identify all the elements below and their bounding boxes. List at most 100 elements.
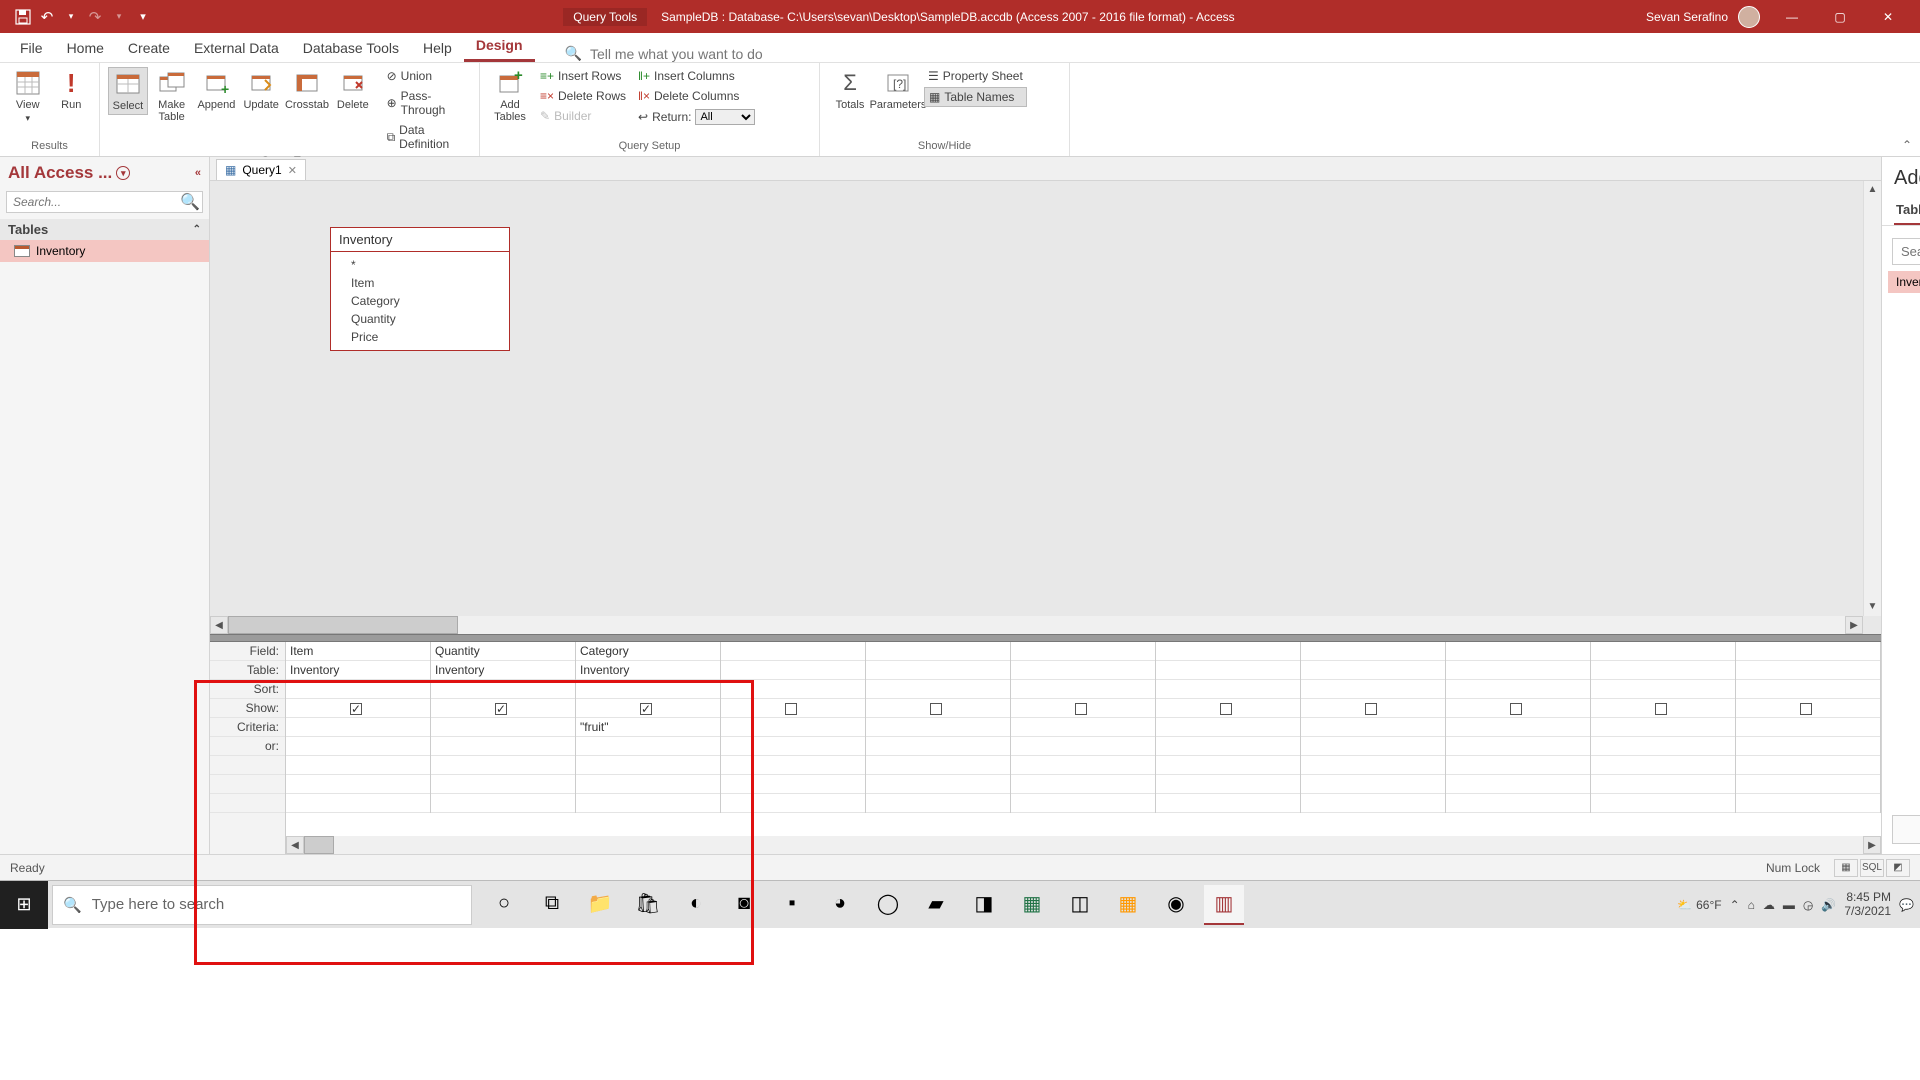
table-inventory-box[interactable]: Inventory * Item Category Quantity Price [330,227,510,351]
qbe-cell[interactable]: Item [286,642,430,661]
user-name[interactable]: Sevan Serafino [1646,10,1728,24]
collapse-ribbon-icon[interactable]: ⌃ [1902,138,1912,152]
qbe-cell[interactable] [1011,661,1155,680]
close-tab-icon[interactable]: ✕ [288,164,297,177]
qbe-cell[interactable]: Inventory [431,661,575,680]
qbe-cell[interactable] [866,775,1010,794]
add-tables-button[interactable]: + Add Tables [488,67,532,125]
qbe-cell[interactable] [866,794,1010,813]
github-icon[interactable]: ◉ [1156,885,1196,925]
update-button[interactable]: Update [241,67,281,113]
qbe-cell[interactable] [1736,756,1880,775]
qbe-cell[interactable] [286,680,430,699]
qbe-cell[interactable] [1011,699,1155,718]
qbe-cell[interactable] [1156,680,1300,699]
qbe-cell[interactable] [721,737,865,756]
qbe-cell[interactable] [1156,775,1300,794]
qbe-cell[interactable]: "fruit" [576,718,720,737]
qbe-cell[interactable] [286,756,430,775]
addpane-item-inventory[interactable]: Inventory [1888,271,1920,293]
tray-overflow-icon[interactable]: ⌃ [1730,898,1740,912]
user-avatar[interactable] [1738,6,1760,28]
qbe-cell[interactable] [1446,756,1590,775]
qbe-cell[interactable] [1736,775,1880,794]
builder-button[interactable]: ✎Builder [536,107,630,125]
qbe-cell[interactable] [431,680,575,699]
taskview-icon[interactable]: ⧉ [532,885,572,925]
qbe-column[interactable] [1011,642,1156,813]
qbe-column[interactable] [721,642,866,813]
query-diagram-pane[interactable]: Inventory * Item Category Quantity Price… [210,181,1881,634]
field-star[interactable]: * [331,256,509,274]
qbe-cell[interactable] [1301,718,1445,737]
nav-search-input[interactable] [7,192,176,212]
show-checkbox[interactable] [1075,703,1087,715]
qbe-column[interactable] [1156,642,1301,813]
diagram-hscrollbar[interactable]: ◀▶ [210,616,1863,634]
qbe-cell[interactable] [1301,775,1445,794]
insert-columns-button[interactable]: ‖+Insert Columns [634,67,759,85]
qbe-cell[interactable] [1011,775,1155,794]
qbe-cell[interactable] [1301,756,1445,775]
onedrive-icon[interactable]: ⌂ [1748,898,1755,912]
volume-icon[interactable]: 🔊 [1821,898,1836,912]
qbe-cell[interactable] [1736,642,1880,661]
qbe-cell[interactable] [1301,642,1445,661]
tab-file[interactable]: File [8,34,55,62]
qbe-cell[interactable] [431,737,575,756]
qbe-cell[interactable] [1156,756,1300,775]
qbe-cell[interactable] [866,680,1010,699]
qbe-cell[interactable] [431,718,575,737]
qbe-cell[interactable]: Inventory [576,661,720,680]
minimize-button[interactable]: ― [1770,0,1814,33]
qbe-cell[interactable] [721,794,865,813]
xbox-icon[interactable]: ◯ [868,885,908,925]
excel-icon[interactable]: ▦ [1012,885,1052,925]
app-icon-1[interactable]: ▰ [916,885,956,925]
tell-me-search[interactable]: 🔍 Tell me what you want to do [565,45,763,62]
qbe-cell[interactable] [1156,661,1300,680]
qbe-cell[interactable] [1591,737,1735,756]
qbe-cell[interactable] [1736,680,1880,699]
qbe-cell[interactable] [1736,794,1880,813]
taskbar-search[interactable]: 🔍 Type here to search [52,885,472,925]
qbe-cell[interactable] [1591,718,1735,737]
security-icon[interactable]: ▬ [1783,898,1795,912]
qbe-cell[interactable] [866,718,1010,737]
passthrough-button[interactable]: ⊕Pass-Through [383,87,471,119]
qbe-column[interactable]: CategoryInventory"fruit" [576,642,721,813]
epic-icon[interactable]: ▪ [772,885,812,925]
nav-tables-header[interactable]: Tables ⌃ [0,219,209,240]
qbe-cell[interactable] [431,699,575,718]
qbe-cell[interactable] [431,756,575,775]
qbe-cell[interactable] [1156,642,1300,661]
qbe-cell[interactable] [721,756,865,775]
qbe-cell[interactable] [576,699,720,718]
addpane-search-input[interactable] [1893,239,1920,264]
qbe-cell[interactable] [1446,699,1590,718]
qbe-cell[interactable] [721,642,865,661]
insert-rows-button[interactable]: ≡+Insert Rows [536,67,630,85]
select-querytype-button[interactable]: Select [108,67,148,115]
diagram-vscrollbar[interactable]: ▲ ▼ [1863,181,1881,616]
property-sheet-button[interactable]: ☰Property Sheet [924,67,1027,85]
tab-create[interactable]: Create [116,34,182,62]
start-button[interactable]: ⊞ [0,881,48,929]
app-icon-3[interactable]: ◫ [1060,885,1100,925]
cloud-icon[interactable]: ☁ [1763,898,1775,912]
nav-title[interactable]: All Access ... [8,163,112,183]
qbe-cell[interactable] [866,642,1010,661]
show-checkbox[interactable] [1655,703,1667,715]
qbe-cell[interactable] [721,718,865,737]
qbe-cell[interactable] [866,756,1010,775]
tab-help[interactable]: Help [411,34,464,62]
qbe-cell[interactable] [721,699,865,718]
show-checkbox[interactable] [1510,703,1522,715]
datasheet-view-button[interactable]: ▦ [1834,859,1858,877]
qbe-cell[interactable] [431,794,575,813]
add-selected-tables-button[interactable]: Add Selected Tables [1892,815,1920,844]
qbe-cell[interactable] [1591,756,1735,775]
qbe-cell[interactable] [1301,661,1445,680]
save-icon[interactable] [14,8,32,26]
qbe-cell[interactable] [1736,718,1880,737]
